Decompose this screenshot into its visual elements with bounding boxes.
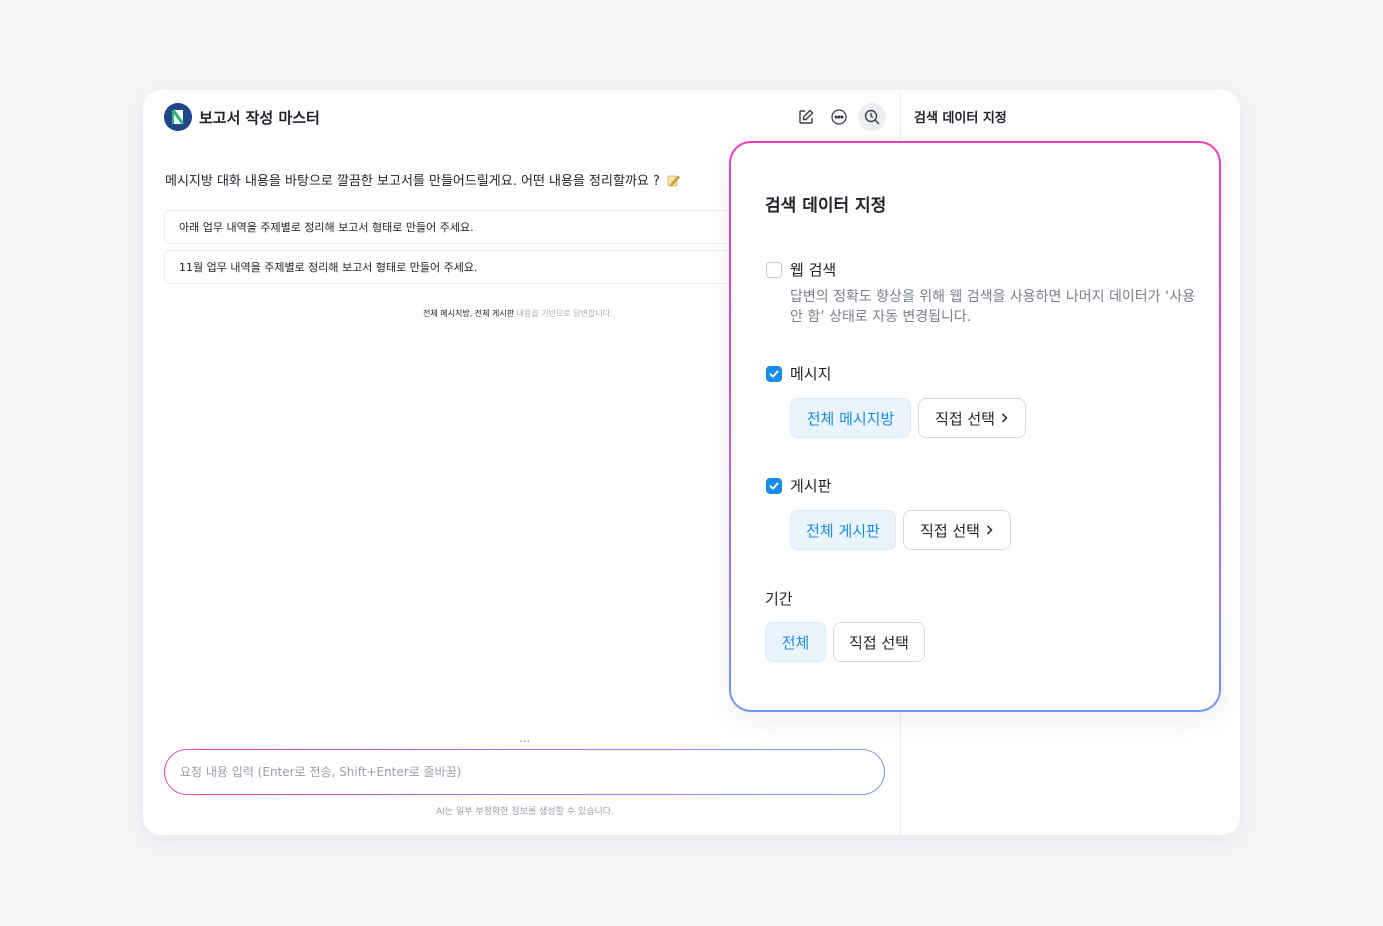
source-note-scope: 전체 메시지방, 전체 게시판: [423, 309, 515, 318]
check-icon: [769, 370, 779, 378]
chat-input-border: [164, 749, 885, 795]
web-search-checkbox[interactable]: [766, 262, 782, 278]
chevron-right-icon: [1000, 412, 1009, 424]
edit-icon[interactable]: [792, 103, 820, 131]
typing-dots: ...: [519, 731, 531, 745]
all-message-rooms-label: 전체 메시지방: [806, 409, 895, 428]
message-label: 메시지: [790, 365, 832, 383]
period-label: 기간: [765, 590, 793, 608]
more-icon[interactable]: [825, 103, 853, 131]
message-custom-select-button[interactable]: 직접 선택: [918, 398, 1026, 438]
ai-disclaimer: AI는 일부 부정확한 정보를 생성할 수 있습니다.: [436, 807, 614, 817]
message-checkbox[interactable]: [766, 366, 782, 382]
chevron-right-icon: [985, 524, 994, 536]
message-custom-select-label: 직접 선택: [935, 409, 995, 428]
greeting-text: 메시지방 대화 내용을 바탕으로 깔끔한 보고서를 만들어드릴게요. 어떤 내용…: [165, 174, 660, 189]
period-all-label: 전체: [781, 633, 810, 652]
memo-icon: [667, 174, 680, 191]
board-custom-select-button[interactable]: 직접 선택: [903, 510, 1011, 550]
side-panel-title: 검색 데이터 지정: [914, 111, 1007, 126]
period-all-button[interactable]: 전체: [765, 622, 826, 662]
search-data-icon[interactable]: [858, 103, 886, 131]
web-search-description: 답변의 정확도 향상을 위해 웹 검색을 사용하면 나머지 데이터가 ‘사용 안…: [790, 289, 1196, 325]
all-boards-label: 전체 게시판: [806, 521, 880, 540]
source-note: 전체 메시지방, 전체 게시판 내용을 기반으로 답변합니다.: [423, 308, 613, 319]
app-title: 보고서 작성 마스터: [199, 109, 320, 127]
popover-title: 검색 데이터 지정: [765, 196, 887, 216]
suggestion-chip[interactable]: 아래 업무 내역을 주제별로 정리해 보고서 형태로 만들어 주세요.: [164, 210, 764, 244]
board-label: 게시판: [790, 477, 832, 495]
period-custom-select-button[interactable]: 직접 선택: [833, 622, 925, 662]
suggestion-chip[interactable]: 11월 업무 내역을 주제별로 정리해 보고서 형태로 만들어 주세요.: [164, 250, 764, 284]
period-custom-select-label: 직접 선택: [849, 633, 909, 652]
check-icon: [769, 482, 779, 490]
all-boards-button[interactable]: 전체 게시판: [790, 510, 896, 550]
assistant-greeting: 메시지방 대화 내용을 바탕으로 깔끔한 보고서를 만들어드릴게요. 어떤 내용…: [165, 170, 680, 191]
web-search-label: 웹 검색: [790, 261, 837, 279]
all-message-rooms-button[interactable]: 전체 메시지방: [790, 398, 911, 438]
board-checkbox[interactable]: [766, 478, 782, 494]
app-logo: [164, 103, 192, 131]
board-custom-select-label: 직접 선택: [920, 521, 980, 540]
chat-input[interactable]: [165, 750, 884, 794]
source-note-text: 내용을 기반으로 답변합니다.: [514, 309, 613, 318]
search-data-popover: 검색 데이터 지정 웹 검색 답변의 정확도 향상을 위해 웹 검색을 사용하면…: [729, 141, 1221, 712]
